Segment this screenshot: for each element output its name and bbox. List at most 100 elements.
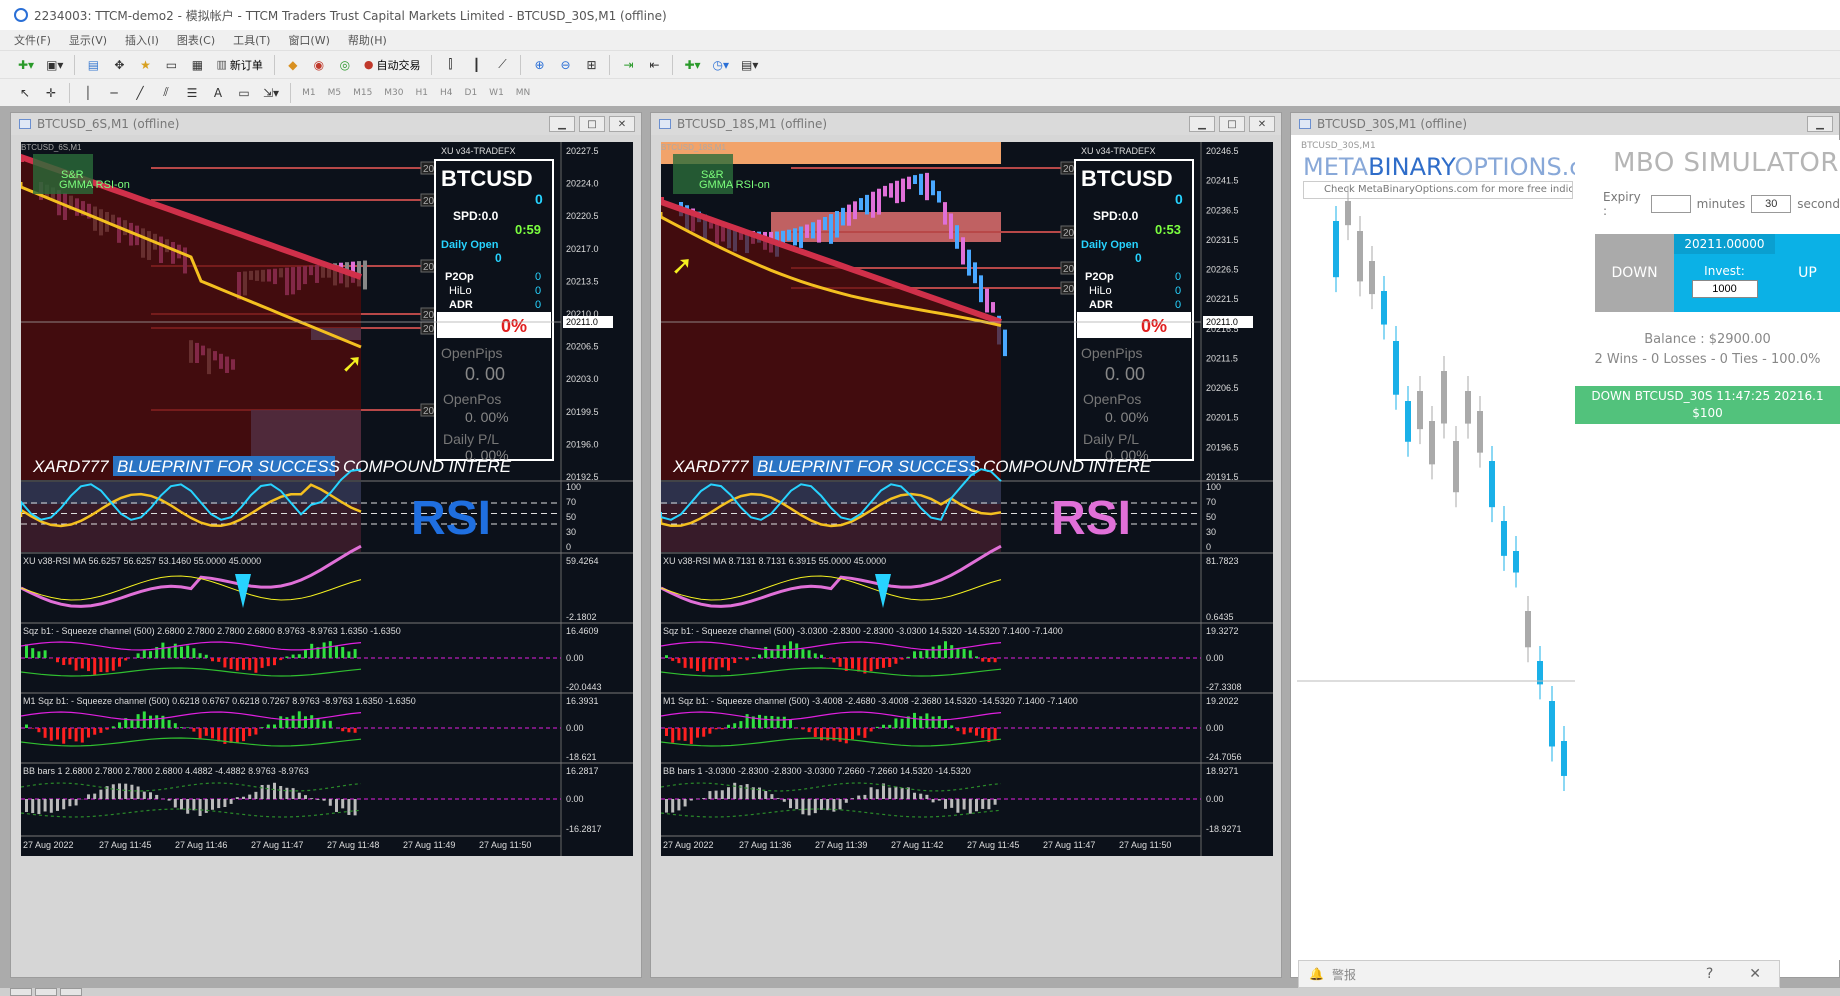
- zoom-out-icon[interactable]: ⊖: [554, 54, 576, 76]
- options-icon[interactable]: ◉: [308, 54, 330, 76]
- histogram-bar: [266, 724, 270, 728]
- histogram-bar: [770, 649, 774, 658]
- candle: [1429, 421, 1435, 465]
- timeframe-m30[interactable]: M30: [380, 88, 407, 98]
- menu-insert[interactable]: 插入(I): [125, 32, 159, 48]
- menu-file[interactable]: 文件(F): [14, 32, 51, 48]
- histogram-bar: [149, 715, 152, 728]
- chart-area[interactable]: 20226.120222.820215.620210.420208.920199…: [21, 142, 633, 856]
- text-label-icon[interactable]: ▭: [233, 82, 255, 104]
- arrows-icon[interactable]: ⇲▾: [259, 82, 283, 104]
- menu-charts[interactable]: 图表(C): [177, 32, 215, 48]
- candle: [1333, 221, 1339, 278]
- down-button[interactable]: DOWN: [1595, 234, 1674, 312]
- horizontal-line-icon[interactable]: ─: [103, 82, 125, 104]
- profiles-icon[interactable]: ▣▾: [42, 54, 67, 76]
- indicator-name: XU v34-TRADEFX: [1081, 146, 1156, 156]
- pane-axis-bottom: -2.1802: [566, 612, 597, 622]
- periods-icon[interactable]: ◷▾: [709, 54, 734, 76]
- alert-close-button[interactable]: ✕: [1749, 966, 1761, 982]
- alert-title: 警报: [1331, 967, 1356, 982]
- indicators-icon[interactable]: ✚▾: [680, 54, 704, 76]
- window-tab[interactable]: [35, 988, 57, 996]
- gmma-label: GMMA RSI-on: [699, 179, 770, 191]
- histogram-bar: [813, 728, 817, 738]
- menu-tools[interactable]: 工具(T): [233, 32, 270, 48]
- menu-help[interactable]: 帮助(H): [348, 32, 387, 48]
- histogram-bar: [285, 717, 289, 728]
- line-chart-icon[interactable]: ⟋: [491, 54, 513, 76]
- histogram-bar: [328, 720, 332, 728]
- terminal-icon[interactable]: ▭: [160, 54, 182, 76]
- auto-trading-icon: ●: [363, 58, 374, 71]
- navigator-icon[interactable]: ★: [134, 54, 156, 76]
- minimize-button[interactable]: ▁: [1807, 116, 1833, 132]
- candlestick-icon[interactable]: ┃: [465, 54, 487, 76]
- time-tick: 27 Aug 2022: [23, 840, 74, 850]
- rsi-axis-tick: 70: [1206, 497, 1216, 507]
- panel-open-pos: OpenPos: [443, 391, 501, 407]
- histogram-bar: [937, 716, 941, 728]
- expiry-minutes-input[interactable]: [1650, 195, 1691, 213]
- timeframe-m15[interactable]: M15: [349, 88, 376, 98]
- bar-chart-icon[interactable]: ⫿: [439, 54, 461, 76]
- histogram-bar: [99, 728, 103, 733]
- market-watch-icon[interactable]: ▤: [82, 54, 104, 76]
- timeframe-m1[interactable]: M1: [298, 88, 320, 98]
- timeframe-mn[interactable]: MN: [512, 88, 535, 98]
- tile-windows-icon[interactable]: ⊞: [580, 54, 602, 76]
- cursor-icon[interactable]: ↖: [14, 82, 36, 104]
- chart-shift-icon[interactable]: ⇤: [643, 54, 665, 76]
- zoom-in-icon[interactable]: ⊕: [528, 54, 550, 76]
- text-icon[interactable]: A: [207, 82, 229, 104]
- timeframe-m5[interactable]: M5: [324, 88, 346, 98]
- up-button[interactable]: UP: [1775, 234, 1840, 312]
- equidistant-channel-icon[interactable]: ⫽: [155, 82, 177, 104]
- alert-help-button[interactable]: ?: [1706, 966, 1713, 982]
- timeframe-d1[interactable]: D1: [461, 88, 482, 98]
- menu-window[interactable]: 窗口(W): [288, 32, 329, 48]
- histogram-bar: [894, 718, 898, 728]
- alert-bar[interactable]: 🔔 警报 ? ✕: [1298, 960, 1780, 988]
- window-tab[interactable]: [60, 988, 82, 996]
- histogram-bar: [981, 728, 985, 739]
- vertical-line-icon[interactable]: │: [77, 82, 99, 104]
- panel-val1: 0: [1175, 191, 1183, 207]
- tester-icon[interactable]: ▦: [186, 54, 208, 76]
- data-window-icon[interactable]: ✥: [108, 54, 130, 76]
- minimize-button[interactable]: ▁: [549, 116, 575, 132]
- histogram-bar: [956, 728, 960, 732]
- invest-input[interactable]: [1691, 280, 1758, 298]
- chart-window-btcusd-6s[interactable]: BTCUSD_6S,M1 (offline) ▁ □ ✕ 20226.12022…: [10, 112, 642, 978]
- new-chart-icon[interactable]: ✚▾: [14, 54, 38, 76]
- minimize-button[interactable]: ▁: [1189, 116, 1215, 132]
- auto-trading-button[interactable]: ● 自动交易: [360, 54, 425, 76]
- window-tab[interactable]: [10, 988, 32, 996]
- histogram-bar: [198, 728, 202, 739]
- menu-view[interactable]: 显示(V): [69, 32, 107, 48]
- price-tick: 20203.0: [566, 374, 599, 384]
- chart-window-btcusd-18s[interactable]: BTCUSD_18S,M1 (offline) ▁ □ ✕ 20243.1202…: [650, 112, 1282, 978]
- templates-icon[interactable]: ▤▾: [737, 54, 762, 76]
- histogram-bar: [229, 728, 233, 743]
- maximize-button[interactable]: □: [579, 116, 605, 132]
- close-button[interactable]: ✕: [609, 116, 635, 132]
- fibonacci-icon[interactable]: ☰: [181, 82, 203, 104]
- expiry-seconds-input[interactable]: [1751, 195, 1792, 213]
- timeframe-h1[interactable]: H1: [412, 88, 433, 98]
- close-button[interactable]: ✕: [1249, 116, 1275, 132]
- timeframe-w1[interactable]: W1: [485, 88, 508, 98]
- signals-icon[interactable]: ◎: [334, 54, 356, 76]
- metaeditor-icon[interactable]: ◆: [282, 54, 304, 76]
- timeframe-h4[interactable]: H4: [436, 88, 457, 98]
- auto-scroll-icon[interactable]: ⇥: [617, 54, 639, 76]
- histogram-bar: [304, 716, 307, 728]
- maximize-button[interactable]: □: [1219, 116, 1245, 132]
- histogram-bar: [180, 727, 183, 728]
- candle: [949, 213, 953, 239]
- trendline-icon[interactable]: ╱: [129, 82, 151, 104]
- light-chart-area[interactable]: BTCUSD_30S,M1 METABINARYOPTIONS.c Check …: [1297, 141, 1582, 971]
- chart-area[interactable]: 20243.120232.120225.920223.0S&RGMMA RSI-…: [661, 142, 1273, 856]
- crosshair-icon[interactable]: ✛: [40, 82, 62, 104]
- new-order-button[interactable]: ▥ 新订单: [212, 54, 266, 76]
